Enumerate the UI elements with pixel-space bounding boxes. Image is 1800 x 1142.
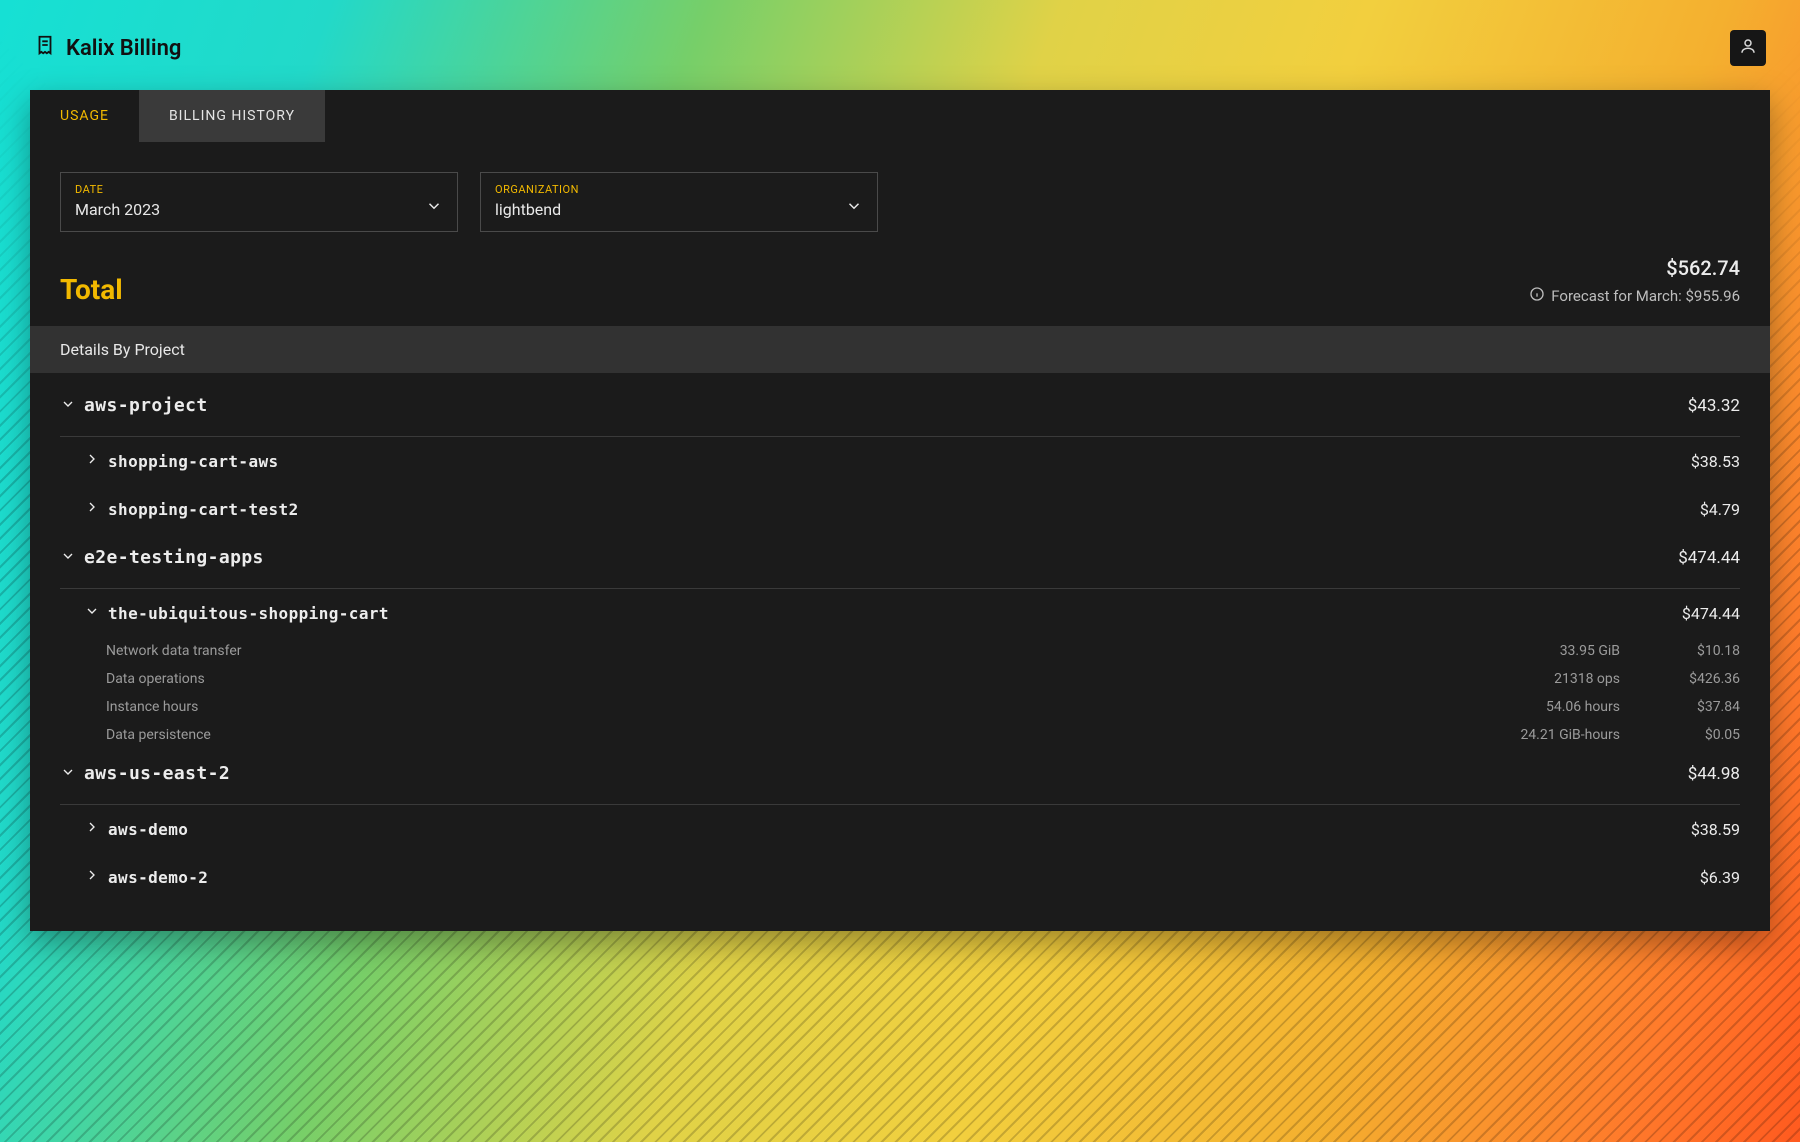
brand: Kalix Billing bbox=[34, 34, 181, 62]
service-row[interactable]: aws-demo-2 $6.39 bbox=[60, 853, 1740, 901]
header: Kalix Billing bbox=[30, 30, 1770, 90]
project-row[interactable]: aws-us-east-2 $44.98 bbox=[60, 749, 1740, 798]
project-name: aws-us-east-2 bbox=[84, 763, 230, 784]
project-rows: aws-project $43.32 shopping-cart-aws $38.53… bbox=[30, 373, 1770, 931]
service-row[interactable]: shopping-cart-test2 $4.79 bbox=[60, 485, 1740, 533]
metric-label: Instance hours bbox=[106, 699, 198, 715]
metric-row: Instance hours 54.06 hours $37.84 bbox=[60, 693, 1740, 721]
chevron-down-icon bbox=[60, 396, 76, 416]
chevron-down-icon bbox=[60, 764, 76, 784]
metric-cost: $0.05 bbox=[1680, 727, 1740, 743]
date-label: DATE bbox=[75, 183, 160, 196]
metric-units: 33.95 GiB bbox=[1500, 643, 1620, 659]
metric-row: Network data transfer 33.95 GiB $10.18 bbox=[60, 637, 1740, 665]
metric-units: 54.06 hours bbox=[1500, 699, 1620, 715]
total-title: Total bbox=[60, 273, 123, 306]
brand-title: Kalix Billing bbox=[66, 36, 181, 61]
chevron-right-icon bbox=[84, 451, 100, 471]
service-row[interactable]: the-ubiquitous-shopping-cart $474.44 bbox=[60, 589, 1740, 637]
project-cost: $474.44 bbox=[1678, 548, 1740, 568]
service-name: shopping-cart-aws bbox=[108, 452, 279, 471]
project-name: e2e-testing-apps bbox=[84, 547, 264, 568]
billing-panel: USAGE BILLING HISTORY DATE March 2023 OR… bbox=[30, 90, 1770, 931]
project-cost: $43.32 bbox=[1688, 396, 1740, 416]
organization-label: ORGANIZATION bbox=[495, 183, 579, 196]
receipt-icon bbox=[34, 34, 56, 62]
metric-cost: $10.18 bbox=[1680, 643, 1740, 659]
totals: Total $562.74 Forecast for March: $955.9… bbox=[30, 250, 1770, 326]
forecast-text: Forecast for March: $955.96 bbox=[1551, 287, 1740, 305]
metric-row: Data persistence 24.21 GiB-hours $0.05 bbox=[60, 721, 1740, 749]
chevron-down-icon bbox=[425, 197, 443, 219]
metric-units: 21318 ops bbox=[1500, 671, 1620, 687]
service-name: the-ubiquitous-shopping-cart bbox=[108, 604, 389, 623]
service-row[interactable]: aws-demo $38.59 bbox=[60, 805, 1740, 853]
chevron-right-icon bbox=[84, 499, 100, 519]
tab-usage[interactable]: USAGE bbox=[30, 90, 139, 142]
service-name: aws-demo bbox=[108, 820, 188, 839]
total-amount: $562.74 bbox=[1529, 256, 1740, 280]
chevron-right-icon bbox=[84, 867, 100, 887]
tab-billing-history[interactable]: BILLING HISTORY bbox=[139, 90, 325, 142]
project-name: aws-project bbox=[84, 395, 208, 416]
metric-label: Data persistence bbox=[106, 727, 211, 743]
service-row[interactable]: shopping-cart-aws $38.53 bbox=[60, 437, 1740, 485]
service-cost: $4.79 bbox=[1700, 500, 1740, 519]
service-name: aws-demo-2 bbox=[108, 868, 208, 887]
chevron-right-icon bbox=[84, 819, 100, 839]
metric-cost: $37.84 bbox=[1680, 699, 1740, 715]
info-icon[interactable] bbox=[1529, 286, 1545, 306]
metric-label: Data operations bbox=[106, 671, 205, 687]
metric-row: Data operations 21318 ops $426.36 bbox=[60, 665, 1740, 693]
project-row[interactable]: e2e-testing-apps $474.44 bbox=[60, 533, 1740, 582]
service-cost: $6.39 bbox=[1700, 868, 1740, 887]
date-value: March 2023 bbox=[75, 200, 160, 219]
project-row[interactable]: aws-project $43.32 bbox=[60, 381, 1740, 430]
tabs: USAGE BILLING HISTORY bbox=[30, 90, 1770, 142]
organization-select[interactable]: ORGANIZATION lightbend bbox=[480, 172, 878, 232]
chevron-down-icon bbox=[84, 603, 100, 623]
project-cost: $44.98 bbox=[1688, 764, 1740, 784]
metric-units: 24.21 GiB-hours bbox=[1500, 727, 1620, 743]
service-cost: $474.44 bbox=[1682, 604, 1740, 623]
organization-value: lightbend bbox=[495, 200, 579, 219]
chevron-down-icon bbox=[60, 548, 76, 568]
service-cost: $38.53 bbox=[1691, 452, 1740, 471]
chevron-down-icon bbox=[845, 197, 863, 219]
user-menu-button[interactable] bbox=[1730, 30, 1766, 66]
forecast-row: Forecast for March: $955.96 bbox=[1529, 286, 1740, 306]
filters: DATE March 2023 ORGANIZATION lightbend bbox=[30, 142, 1770, 250]
metric-cost: $426.36 bbox=[1680, 671, 1740, 687]
metric-label: Network data transfer bbox=[106, 643, 241, 659]
date-select[interactable]: DATE March 2023 bbox=[60, 172, 458, 232]
service-name: shopping-cart-test2 bbox=[108, 500, 299, 519]
details-header: Details By Project bbox=[30, 326, 1770, 373]
service-cost: $38.59 bbox=[1691, 820, 1740, 839]
user-icon bbox=[1739, 37, 1757, 59]
